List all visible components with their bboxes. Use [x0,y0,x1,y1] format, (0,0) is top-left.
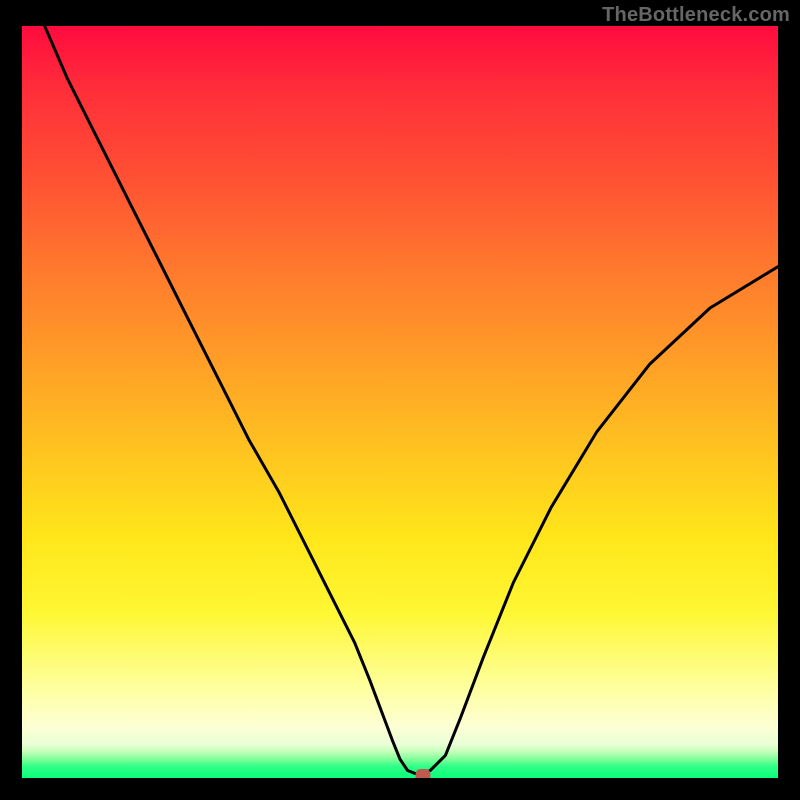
watermark-text: TheBottleneck.com [602,4,790,27]
minimum-marker [415,769,430,778]
bottleneck-curve [22,26,778,778]
chart-frame: TheBottleneck.com [0,0,800,800]
plot-area [22,26,778,778]
